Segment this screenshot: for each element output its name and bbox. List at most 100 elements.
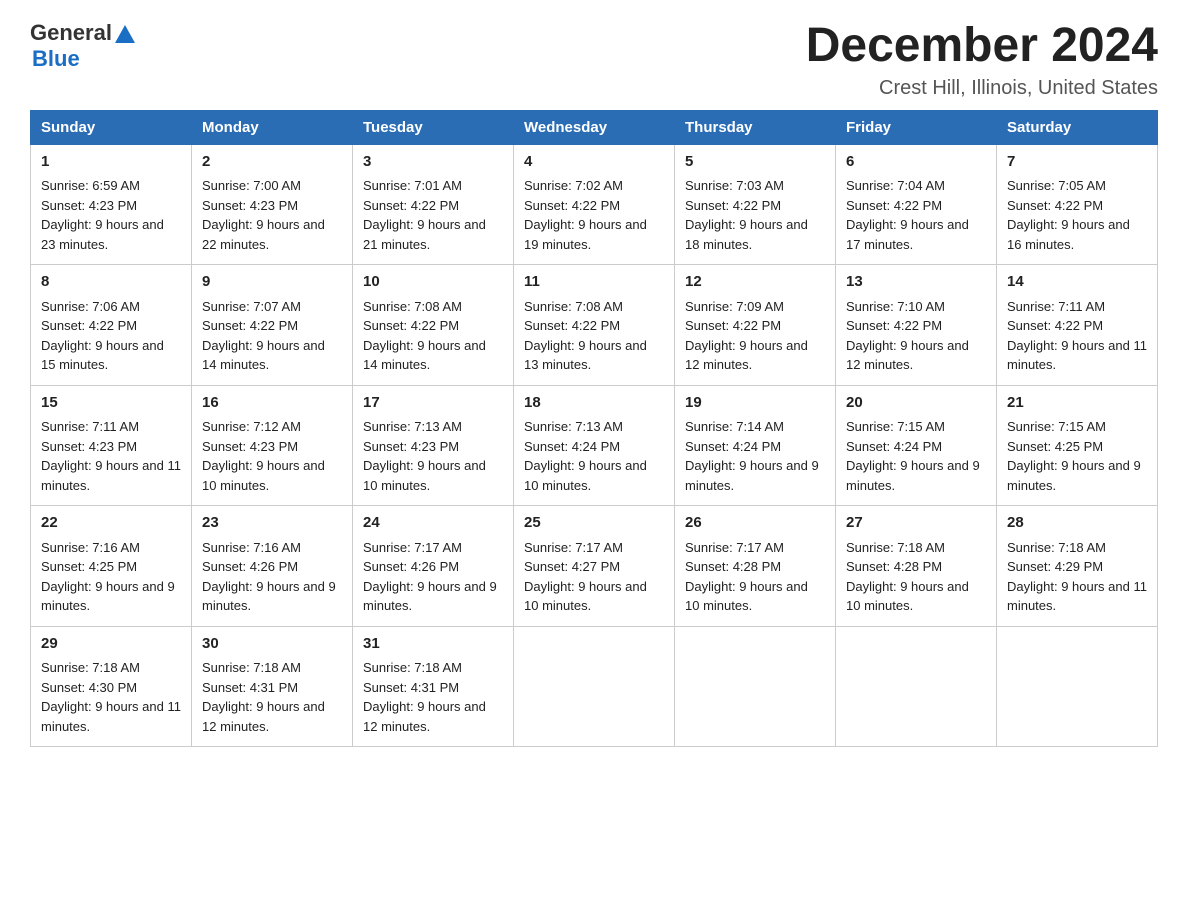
page-header: General Blue December 2024 Crest Hill, I… xyxy=(30,20,1158,100)
week-row-2: 8Sunrise: 7:06 AMSunset: 4:22 PMDaylight… xyxy=(31,265,1158,386)
week-row-1: 1Sunrise: 6:59 AMSunset: 4:23 PMDaylight… xyxy=(31,144,1158,265)
calendar-cell: 4Sunrise: 7:02 AMSunset: 4:22 PMDaylight… xyxy=(514,144,675,265)
calendar-cell: 14 Sunrise: 7:11 AMSunset: 4:22 PMDayligh… xyxy=(997,265,1158,386)
calendar-cell: 3Sunrise: 7:01 AMSunset: 4:22 PMDaylight… xyxy=(353,144,514,265)
day-info: Sunrise: 7:02 AMSunset: 4:22 PMDaylight:… xyxy=(524,176,664,254)
day-info: Sunrise: 7:17 AMSunset: 4:28 PMDaylight:… xyxy=(685,538,825,616)
day-info: Sunrise: 7:15 AMSunset: 4:24 PMDaylight:… xyxy=(846,417,986,495)
day-number: 13 xyxy=(846,271,986,294)
day-number: 6 xyxy=(846,151,986,174)
calendar-cell: 17Sunrise: 7:13 AMSunset: 4:23 PMDayligh… xyxy=(353,385,514,506)
weekday-header-saturday: Saturday xyxy=(997,110,1158,144)
day-number: 17 xyxy=(363,392,503,415)
day-number: 14 xyxy=(1007,271,1147,294)
day-info: Sunrise: 7:10 AMSunset: 4:22 PMDaylight:… xyxy=(846,297,986,375)
day-info: Sunrise: 7:11 AMSunset: 4:23 PMDaylight:… xyxy=(41,417,181,495)
day-number: 20 xyxy=(846,392,986,415)
calendar-cell: 13 Sunrise: 7:10 AMSunset: 4:22 PMDayligh… xyxy=(836,265,997,386)
calendar-cell: 27 Sunrise: 7:18 AMSunset: 4:28 PMDayligh… xyxy=(836,506,997,627)
day-number: 16 xyxy=(202,392,342,415)
day-info: Sunrise: 7:03 AMSunset: 4:22 PMDaylight:… xyxy=(685,176,825,254)
calendar-cell xyxy=(997,626,1158,747)
calendar-table: SundayMondayTuesdayWednesdayThursdayFrid… xyxy=(30,110,1158,748)
day-info: Sunrise: 7:18 AMSunset: 4:31 PMDaylight:… xyxy=(202,658,342,736)
day-info: Sunrise: 7:18 AMSunset: 4:28 PMDaylight:… xyxy=(846,538,986,616)
calendar-cell: 28Sunrise: 7:18 AMSunset: 4:29 PMDayligh… xyxy=(997,506,1158,627)
day-number: 23 xyxy=(202,512,342,535)
day-info: Sunrise: 7:08 AMSunset: 4:22 PMDaylight:… xyxy=(363,297,503,375)
day-info: Sunrise: 7:16 AMSunset: 4:25 PMDaylight:… xyxy=(41,538,181,616)
calendar-cell: 21Sunrise: 7:15 AMSunset: 4:25 PMDayligh… xyxy=(997,385,1158,506)
day-info: Sunrise: 7:12 AMSunset: 4:23 PMDaylight:… xyxy=(202,417,342,495)
calendar-cell: 18Sunrise: 7:13 AMSunset: 4:24 PMDayligh… xyxy=(514,385,675,506)
calendar-cell: 11 Sunrise: 7:08 AMSunset: 4:22 PMDayligh… xyxy=(514,265,675,386)
day-number: 2 xyxy=(202,151,342,174)
day-number: 11 xyxy=(524,271,664,294)
day-info: Sunrise: 7:11 AMSunset: 4:22 PMDaylight:… xyxy=(1007,297,1147,375)
day-info: Sunrise: 7:01 AMSunset: 4:22 PMDaylight:… xyxy=(363,176,503,254)
calendar-subtitle: Crest Hill, Illinois, United States xyxy=(806,77,1158,100)
day-info: Sunrise: 7:08 AMSunset: 4:22 PMDaylight:… xyxy=(524,297,664,375)
day-info: Sunrise: 7:09 AMSunset: 4:22 PMDaylight:… xyxy=(685,297,825,375)
calendar-cell: 31Sunrise: 7:18 AMSunset: 4:31 PMDayligh… xyxy=(353,626,514,747)
day-number: 19 xyxy=(685,392,825,415)
day-number: 30 xyxy=(202,633,342,656)
weekday-header-friday: Friday xyxy=(836,110,997,144)
day-number: 22 xyxy=(41,512,181,535)
calendar-cell: 22 Sunrise: 7:16 AMSunset: 4:25 PMDayligh… xyxy=(31,506,192,627)
calendar-cell: 16Sunrise: 7:12 AMSunset: 4:23 PMDayligh… xyxy=(192,385,353,506)
day-number: 31 xyxy=(363,633,503,656)
day-number: 26 xyxy=(685,512,825,535)
calendar-cell: 12 Sunrise: 7:09 AMSunset: 4:22 PMDayligh… xyxy=(675,265,836,386)
weekday-header-row: SundayMondayTuesdayWednesdayThursdayFrid… xyxy=(31,110,1158,144)
calendar-cell xyxy=(675,626,836,747)
day-number: 1 xyxy=(41,151,181,174)
day-number: 12 xyxy=(685,271,825,294)
day-info: Sunrise: 7:18 AMSunset: 4:31 PMDaylight:… xyxy=(363,658,503,736)
day-info: Sunrise: 7:00 AMSunset: 4:23 PMDaylight:… xyxy=(202,176,342,254)
logo-line1: General xyxy=(30,20,135,46)
logo-general-text: General xyxy=(30,20,112,46)
day-number: 7 xyxy=(1007,151,1147,174)
day-info: Sunrise: 7:15 AMSunset: 4:25 PMDaylight:… xyxy=(1007,417,1147,495)
calendar-cell: 30Sunrise: 7:18 AMSunset: 4:31 PMDayligh… xyxy=(192,626,353,747)
day-info: Sunrise: 6:59 AMSunset: 4:23 PMDaylight:… xyxy=(41,176,181,254)
day-number: 5 xyxy=(685,151,825,174)
calendar-cell: 10 Sunrise: 7:08 AMSunset: 4:22 PMDayligh… xyxy=(353,265,514,386)
weekday-header-tuesday: Tuesday xyxy=(353,110,514,144)
day-number: 9 xyxy=(202,271,342,294)
day-info: Sunrise: 7:18 AMSunset: 4:30 PMDaylight:… xyxy=(41,658,181,736)
day-info: Sunrise: 7:07 AMSunset: 4:22 PMDaylight:… xyxy=(202,297,342,375)
day-info: Sunrise: 7:13 AMSunset: 4:23 PMDaylight:… xyxy=(363,417,503,495)
week-row-3: 15Sunrise: 7:11 AMSunset: 4:23 PMDayligh… xyxy=(31,385,1158,506)
weekday-header-monday: Monday xyxy=(192,110,353,144)
weekday-header-thursday: Thursday xyxy=(675,110,836,144)
calendar-title: December 2024 xyxy=(806,20,1158,73)
calendar-cell: 1Sunrise: 6:59 AMSunset: 4:23 PMDaylight… xyxy=(31,144,192,265)
logo: General Blue xyxy=(30,20,135,72)
day-info: Sunrise: 7:18 AMSunset: 4:29 PMDaylight:… xyxy=(1007,538,1147,616)
day-number: 4 xyxy=(524,151,664,174)
calendar-cell: 6Sunrise: 7:04 AMSunset: 4:22 PMDaylight… xyxy=(836,144,997,265)
day-number: 25 xyxy=(524,512,664,535)
day-number: 15 xyxy=(41,392,181,415)
day-number: 24 xyxy=(363,512,503,535)
calendar-cell: 2Sunrise: 7:00 AMSunset: 4:23 PMDaylight… xyxy=(192,144,353,265)
day-info: Sunrise: 7:17 AMSunset: 4:26 PMDaylight:… xyxy=(363,538,503,616)
calendar-cell: 7Sunrise: 7:05 AMSunset: 4:22 PMDaylight… xyxy=(997,144,1158,265)
calendar-cell: 25Sunrise: 7:17 AMSunset: 4:27 PMDayligh… xyxy=(514,506,675,627)
logo-triangle-icon xyxy=(115,25,135,43)
day-number: 18 xyxy=(524,392,664,415)
title-block: December 2024 Crest Hill, Illinois, Unit… xyxy=(806,20,1158,100)
day-info: Sunrise: 7:14 AMSunset: 4:24 PMDaylight:… xyxy=(685,417,825,495)
logo-blue-text: Blue xyxy=(32,46,80,72)
day-number: 3 xyxy=(363,151,503,174)
calendar-cell: 23Sunrise: 7:16 AMSunset: 4:26 PMDayligh… xyxy=(192,506,353,627)
calendar-cell: 26 Sunrise: 7:17 AMSunset: 4:28 PMDayligh… xyxy=(675,506,836,627)
day-number: 27 xyxy=(846,512,986,535)
calendar-cell xyxy=(514,626,675,747)
calendar-cell: 19Sunrise: 7:14 AMSunset: 4:24 PMDayligh… xyxy=(675,385,836,506)
calendar-cell: 9 Sunrise: 7:07 AMSunset: 4:22 PMDaylight… xyxy=(192,265,353,386)
weekday-header-sunday: Sunday xyxy=(31,110,192,144)
day-number: 10 xyxy=(363,271,503,294)
